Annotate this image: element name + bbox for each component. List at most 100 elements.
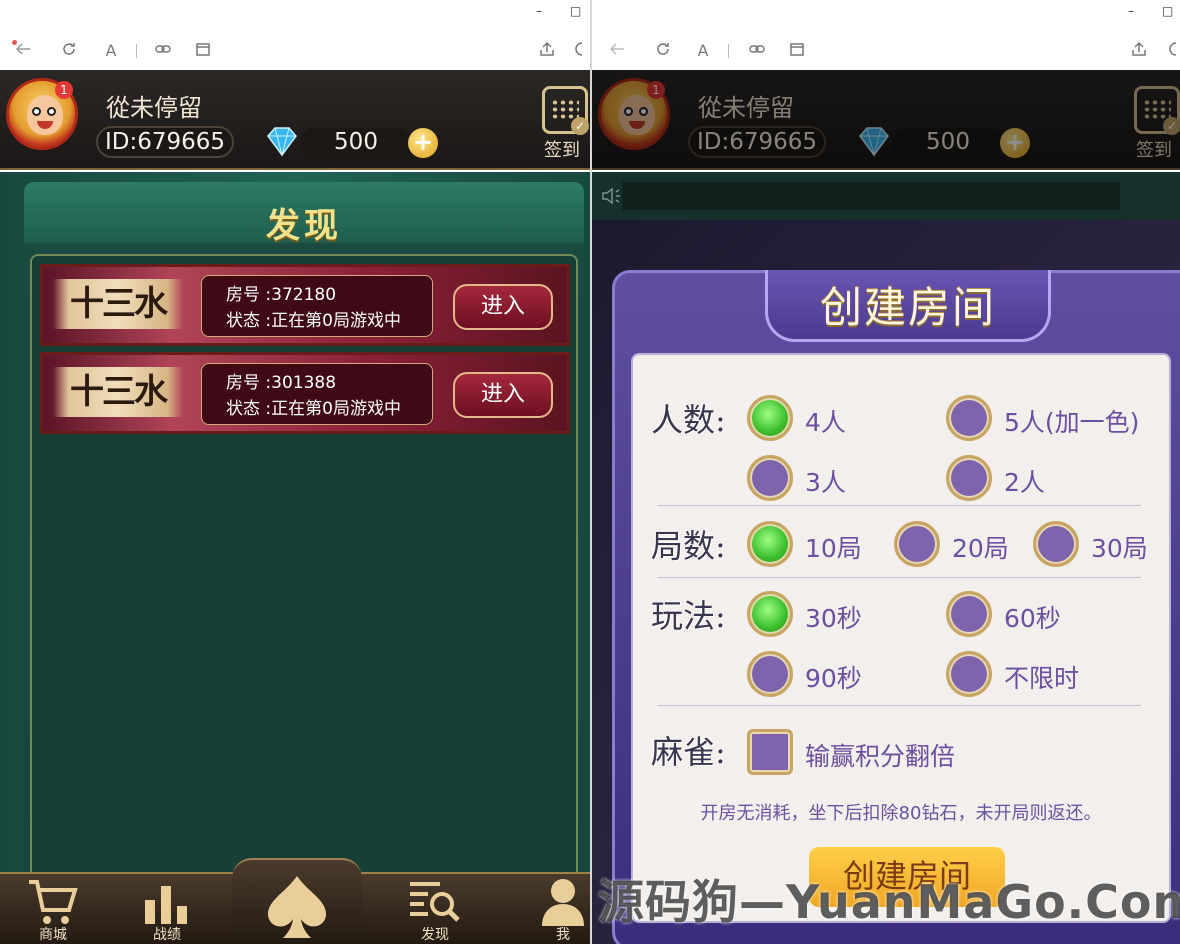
radio[interactable] — [747, 651, 793, 697]
enter-room-button[interactable]: 进入 — [453, 372, 553, 418]
room-number: 房号 :372180 — [226, 285, 337, 305]
room-card: 十三水 房号 :301388 状态 :正在第0局游戏中 进入 — [40, 352, 570, 434]
option-label: 20局 — [952, 534, 1009, 563]
more-icon[interactable] — [572, 40, 586, 62]
check-icon: ✓ — [571, 117, 589, 135]
share-icon[interactable] — [536, 40, 558, 62]
avatar-face — [27, 95, 63, 135]
toolbar-divider — [728, 44, 729, 58]
maximize-button[interactable]: □ — [1162, 4, 1173, 18]
profile-header-dimmed: 1 從未停留 ID:679665 500 + ✓ 签到 — [592, 70, 1180, 170]
calendar-icon: ✓ — [1134, 86, 1180, 135]
option-label: 输赢积分翻倍 — [805, 742, 956, 771]
font-icon[interactable]: A — [100, 40, 122, 62]
discover-body: 发现 十三水 房号 :372180 状态 :正在第0局游戏中 进入 十三水 房号 — [0, 172, 590, 944]
nav-discover[interactable]: 发现 — [400, 874, 470, 944]
checkbox[interactable] — [747, 729, 793, 775]
radio[interactable] — [946, 455, 992, 501]
cart-icon — [29, 880, 78, 924]
avatar-eye — [47, 107, 56, 116]
dialog-title-tab: 创建房间 — [765, 270, 1051, 342]
option-label: 4人 — [805, 408, 846, 437]
divider — [657, 577, 1141, 578]
option-label: 10局 — [805, 534, 862, 563]
nav-label: 发现 — [421, 927, 449, 943]
window-icon[interactable] — [786, 40, 808, 62]
share-icon[interactable] — [1128, 40, 1150, 62]
room-number: 房号 :301388 — [226, 373, 337, 393]
radio[interactable] — [946, 591, 992, 637]
option-label: 不限时 — [1004, 664, 1080, 693]
back-arrow-icon[interactable] — [606, 40, 628, 62]
nav-label: 战绩 — [153, 927, 181, 943]
refresh-icon[interactable] — [58, 40, 80, 62]
radio-selected[interactable] — [747, 521, 793, 567]
link-icon[interactable] — [746, 40, 768, 62]
option-label: 5人(加一色) — [1004, 408, 1140, 437]
add-diamond-button: + — [1000, 128, 1030, 158]
font-icon[interactable]: A — [692, 40, 714, 62]
nav-label: 我 — [556, 927, 570, 943]
user-name: 從未停留 — [698, 94, 794, 122]
rounds-label: 局数: — [651, 527, 726, 565]
divider — [657, 505, 1141, 506]
radio-selected[interactable] — [747, 591, 793, 637]
room-status: 状态 :正在第0局游戏中 — [226, 399, 401, 419]
diamond-icon — [267, 127, 297, 157]
search-list-icon — [410, 882, 460, 922]
more-icon[interactable] — [1166, 40, 1180, 62]
discover-panel: 发现 十三水 房号 :372180 状态 :正在第0局游戏中 进入 十三水 房号 — [24, 182, 584, 894]
enter-room-button[interactable]: 进入 — [453, 284, 553, 330]
check-icon: ✓ — [1163, 117, 1180, 135]
avatar-mouth — [629, 121, 645, 129]
radio[interactable] — [894, 521, 940, 567]
radio[interactable] — [1033, 521, 1079, 567]
nav-shop[interactable]: 商城 — [18, 874, 88, 944]
radio-selected[interactable] — [747, 395, 793, 441]
players-label: 人数: — [651, 401, 726, 439]
option-label: 30秒 — [805, 604, 862, 633]
maximize-button[interactable]: □ — [570, 4, 581, 18]
nav-records[interactable]: 战绩 — [132, 874, 202, 944]
radio[interactable] — [747, 455, 793, 501]
signin-label: 签到 — [1136, 140, 1172, 161]
speaker-icon — [602, 187, 620, 205]
option-label: 30局 — [1091, 534, 1148, 563]
toolbar-divider — [136, 44, 137, 58]
avatar: 1 — [598, 78, 670, 150]
avatar-badge: 1 — [647, 81, 665, 99]
radio[interactable] — [946, 395, 992, 441]
add-diamond-button[interactable]: + — [408, 128, 438, 158]
room-status: 状态 :正在第0局游戏中 — [226, 311, 401, 331]
room-list: 十三水 房号 :372180 状态 :正在第0局游戏中 进入 十三水 房号 :3… — [30, 254, 578, 894]
radio[interactable] — [946, 651, 992, 697]
game-screen-discover: 1 從未停留 ID:679665 500 + ✓ 签到 发现 十三水 房号 :3 — [0, 70, 590, 944]
diamond-icon — [859, 127, 889, 157]
link-icon[interactable] — [152, 40, 174, 62]
calendar-icon[interactable]: ✓ — [542, 86, 589, 135]
avatar-eye — [639, 107, 648, 116]
create-room-dialog: 创建房间 人数: 4人 5人(加一色) 3人 2人 局数: 10局 20局 30… — [612, 270, 1180, 944]
announcement-track — [622, 182, 1120, 210]
nav-me[interactable]: 我 — [528, 874, 590, 944]
refresh-icon[interactable] — [652, 40, 674, 62]
right-window: – □ A 1 從未停留 ID:679665 500 + ✓ 签到 创建房间 人… — [592, 0, 1180, 944]
mahjong-label: 麻雀: — [651, 733, 726, 771]
play-label: 玩法: — [651, 597, 726, 635]
minimize-button[interactable]: – — [1128, 4, 1134, 18]
option-label: 90秒 — [805, 664, 862, 693]
back-arrow-icon[interactable] — [12, 40, 34, 62]
room-info: 房号 :301388 状态 :正在第0局游戏中 — [201, 363, 433, 425]
window-icon[interactable] — [192, 40, 214, 62]
avatar[interactable]: 1 — [6, 78, 78, 150]
user-id: ID:679665 — [688, 126, 826, 158]
home-button[interactable] — [232, 858, 362, 944]
minimize-button[interactable]: – — [536, 4, 542, 18]
watermark: 源码狗—YuanMaGo.Com — [598, 875, 1180, 929]
signin-label[interactable]: 签到 — [544, 136, 580, 162]
avatar-mouth — [37, 121, 53, 129]
diamond-count: 500 — [892, 128, 1004, 158]
cost-note: 开房无消耗，坐下后扣除80钻石，未开局则返还。 — [700, 803, 1102, 824]
user-name: 從未停留 — [106, 94, 202, 122]
browser-toolbar: A — [592, 30, 1180, 70]
